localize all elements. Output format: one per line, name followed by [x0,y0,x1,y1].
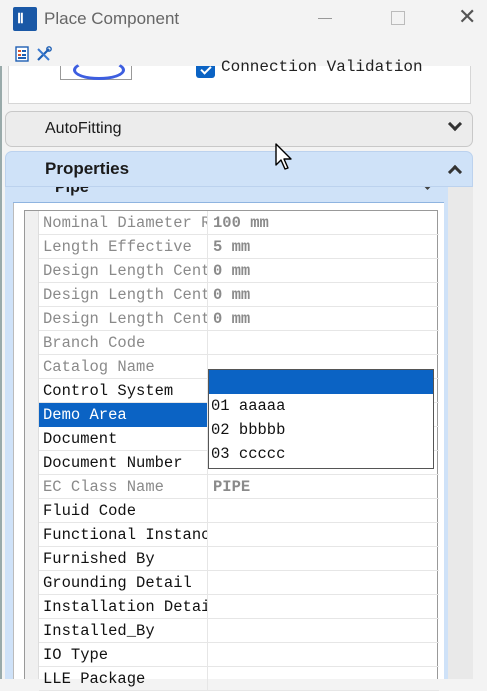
connection-validation-checkbox[interactable] [196,66,215,78]
property-name: Grounding Detail [39,571,208,595]
connection-validation-label: Connection Validation [221,58,423,76]
properties-sheet-icon[interactable] [14,46,30,62]
property-name: Length Effective [39,235,208,259]
property-row[interactable]: Installed_By [39,619,439,643]
window-title: Place Component [44,9,180,28]
preview-panel: Connection Validation [8,58,471,104]
property-name: Functional Instance [39,523,208,547]
property-value [209,331,439,355]
property-name: Design Length Cente [39,259,208,283]
dropdown-option[interactable]: 03 ccccc [209,442,433,466]
autofitting-label: AutoFitting [45,120,122,137]
property-value: 0 mm [213,262,251,280]
pipe-group-header[interactable]: Pipe [13,187,444,203]
property-value[interactable] [209,595,439,619]
property-row[interactable]: LLE Package [39,667,439,691]
property-name: Installation Detail [39,595,208,619]
property-row[interactable]: Design Length Cente 0 mm [39,283,439,307]
property-name: Branch Code [39,331,208,355]
property-row[interactable]: EC Class Name PIPE [39,475,439,499]
vertical-scrollbar[interactable] [448,187,473,679]
property-value[interactable] [209,571,439,595]
property-name: Installed_By [39,619,208,643]
minimize-icon [318,18,332,19]
chevron-down-icon [447,116,463,132]
property-row[interactable]: IO Type [39,643,439,667]
maximize-button[interactable] [389,8,409,28]
property-value[interactable] [209,643,439,667]
property-name: LLE Package [39,667,208,691]
property-value[interactable] [209,667,439,691]
property-row[interactable]: Grounding Detail [39,571,439,595]
property-name: Design Length Cente [39,283,208,307]
chevron-down-icon [421,187,434,190]
property-value: PIPE [213,478,251,496]
title-bar: Ⅱ Place Component ✕ [0,0,487,40]
property-value[interactable] [209,619,439,643]
demo-area-dropdown-list[interactable]: 01 aaaaa 02 bbbbb 03 ccccc [208,369,434,469]
property-row[interactable]: Installation Detail [39,595,439,619]
property-name: Document [39,427,208,451]
autofitting-section-header[interactable]: AutoFitting [5,111,473,147]
property-row[interactable]: Length Effective 5 mm [39,235,439,259]
chevron-up-icon [447,164,463,180]
property-name: Furnished By [39,547,208,571]
properties-section-header[interactable]: Properties [5,151,473,187]
app-logo-icon: Ⅱ [13,7,37,31]
property-row[interactable]: Design Length Cente 0 mm [39,259,439,283]
property-name: Design Length Cente [39,307,208,331]
property-value: 100 mm [213,214,269,232]
property-value[interactable] [209,499,439,523]
property-value: 0 mm [213,286,251,304]
dropdown-option[interactable]: 02 bbbbb [209,418,433,442]
row-gutter [25,211,39,679]
property-row[interactable]: Branch Code [39,331,439,355]
window-frame-edge [0,0,2,679]
component-preview-image [60,60,132,80]
close-button[interactable]: ✕ [458,5,478,30]
property-name: Fluid Code [39,499,208,523]
property-value: 5 mm [213,238,251,256]
property-row[interactable]: Fluid Code [39,499,439,523]
property-name: Catalog Name [39,355,208,379]
close-icon: ✕ [458,5,477,30]
property-name: EC Class Name [39,475,208,499]
tools-icon[interactable] [36,46,52,62]
property-name: Control System [39,379,208,403]
pipe-group-label: Pipe [55,187,89,196]
property-name: Demo Area [39,403,208,427]
dropdown-option[interactable]: 01 aaaaa [209,394,433,418]
property-name: Nominal Diameter Ru [39,211,208,235]
property-row[interactable]: Furnished By [39,547,439,571]
property-value: 0 mm [213,310,251,328]
property-name: Document Number [39,451,208,475]
property-value[interactable] [209,547,439,571]
property-row[interactable]: Functional Instance [39,523,439,547]
property-value[interactable] [209,523,439,547]
property-row[interactable]: Nominal Diameter Ru 100 mm [39,211,439,235]
properties-label: Properties [45,159,130,178]
property-name: IO Type [39,643,208,667]
mouse-cursor-icon [275,143,292,170]
property-row[interactable]: Design Length Cente 0 mm [39,307,439,331]
dropdown-option[interactable] [209,370,433,394]
